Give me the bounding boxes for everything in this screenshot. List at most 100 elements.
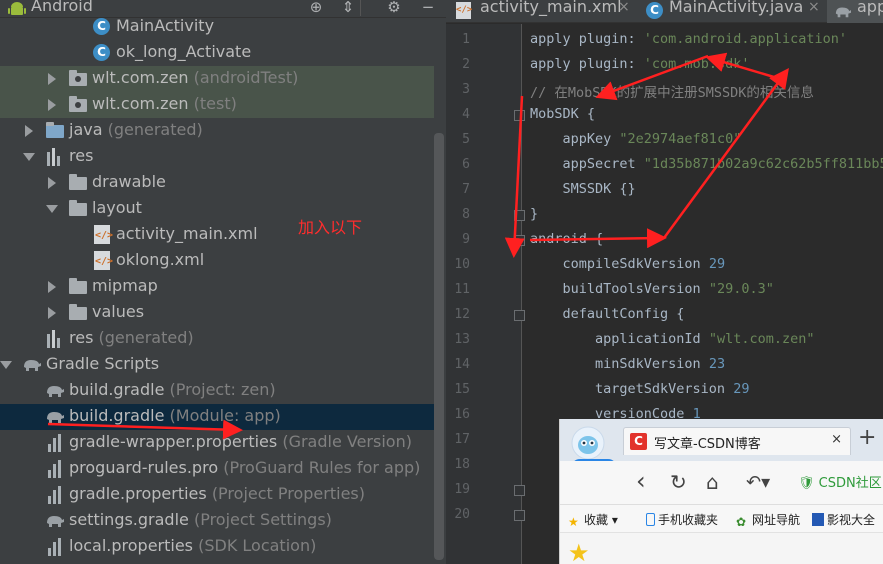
gradle-elephant-icon xyxy=(22,355,42,375)
tree-item-mipmap[interactable]: mipmap xyxy=(0,274,434,300)
bookmark-nav[interactable]: ✿ 网址导航 xyxy=(736,511,800,529)
expand-arrow-icon[interactable] xyxy=(48,281,56,293)
bookmark-video[interactable]: 影视大全 xyxy=(812,511,875,528)
tree-item-gradle-wrapper[interactable]: gradle-wrapper.properties (Gradle Versio… xyxy=(0,430,434,456)
tree-item-label: wlt.com.zen xyxy=(92,94,189,113)
tree-item-proguard-rules[interactable]: proguard-rules.pro (ProGuard Rules for a… xyxy=(0,456,434,482)
csdn-community-link[interactable]: 🛡 CSDN社区 xyxy=(798,472,882,491)
res-folder-icon xyxy=(45,329,65,349)
star-icon[interactable]: ★ xyxy=(568,539,590,564)
reload-icon[interactable]: ↻ xyxy=(670,470,687,494)
tree-item-label: build.gradle xyxy=(69,406,165,425)
code-line: } xyxy=(530,206,538,231)
tree-item-suffix: (Project Properties) xyxy=(211,484,365,503)
tree-item-layout[interactable]: layout xyxy=(0,196,434,222)
csdn-logo-icon: C xyxy=(630,433,647,450)
tree-item-label: mipmap xyxy=(92,276,158,295)
fold-marker-icon[interactable] xyxy=(514,310,525,321)
code-token: buildToolsVersion xyxy=(530,281,709,297)
tree-item-label: Gradle Scripts xyxy=(46,354,160,373)
undo-icon[interactable]: ↶▾ xyxy=(746,472,770,493)
code-token: minSdkVersion xyxy=(530,356,709,372)
back-arrow-icon[interactable]: ‹ xyxy=(636,467,646,495)
fold-marker-icon[interactable] xyxy=(514,485,525,496)
line-number: 6 xyxy=(462,157,470,172)
line-number: 12 xyxy=(454,307,470,322)
line-number: 2 xyxy=(462,57,470,72)
tree-item-gradle-scripts[interactable]: Gradle Scripts xyxy=(0,352,434,378)
expand-arrow-icon[interactable] xyxy=(48,99,56,111)
tree-item-mainactivity[interactable]: C MainActivity xyxy=(0,14,434,40)
code-token: "2e2974aef81c0" xyxy=(619,131,742,147)
line-number: 16 xyxy=(454,407,470,422)
code-token: "1d35b871b02a9c62c62b5ff811bb5 xyxy=(643,156,883,172)
new-tab-button[interactable]: + xyxy=(858,425,876,450)
tree-item-android-test[interactable]: wlt.com.zen (androidTest) xyxy=(0,66,434,92)
bookmark-mobile[interactable]: 手机收藏夹 xyxy=(646,511,718,528)
code-token: compileSdkVersion xyxy=(530,256,709,272)
browser-nav-bar: ‹ ↻ ⌂ ↶▾ 🛡 CSDN社区 xyxy=(560,461,883,505)
tree-item-test[interactable]: wlt.com.zen (test) xyxy=(0,92,434,118)
favorites-button[interactable]: ★ 收藏 ▾ xyxy=(568,511,618,529)
tab-activity-main-xml[interactable]: </> activity_main.xml × xyxy=(446,0,635,23)
code-token: "wlt.com.zen" xyxy=(708,331,815,347)
tree-item-drawable[interactable]: drawable xyxy=(0,170,434,196)
tab-app-build-gradle[interactable]: app xyxy=(827,0,883,23)
tree-item-build-gradle-module[interactable]: build.gradle (Module: app) xyxy=(0,404,434,430)
tree-item-res-generated[interactable]: res (generated) xyxy=(0,326,434,352)
tree-item-settings-gradle[interactable]: settings.gradle (Project Settings) xyxy=(0,508,434,534)
home-icon[interactable]: ⌂ xyxy=(706,470,719,494)
gradle-elephant-icon xyxy=(835,7,851,18)
code-token: } xyxy=(530,206,539,222)
line-number: 1 xyxy=(462,32,470,47)
phone-icon xyxy=(646,513,655,526)
line-number: 9 xyxy=(462,232,470,247)
collapse-arrow-icon[interactable] xyxy=(46,205,58,213)
tree-item-gradle-properties[interactable]: gradle.properties (Project Properties) xyxy=(0,482,434,508)
code-token: defaultConfig { xyxy=(530,306,685,322)
code-line: android { xyxy=(530,231,603,256)
expand-arrow-icon[interactable] xyxy=(48,307,56,319)
csdn-community-label: CSDN社区 xyxy=(818,476,882,491)
folder-icon xyxy=(68,303,88,323)
favorites-label: 收藏 xyxy=(584,513,609,527)
line-number: 5 xyxy=(462,132,470,147)
code-token: android { xyxy=(530,231,604,247)
tree-item-label: res xyxy=(69,146,94,165)
tree-item-values[interactable]: values xyxy=(0,300,434,326)
expand-arrow-icon[interactable] xyxy=(48,177,56,189)
tree-item-res[interactable]: res xyxy=(0,144,434,170)
tree-item-local-properties[interactable]: local.properties (SDK Location) xyxy=(0,534,434,560)
tree-item-activity-main-xml[interactable]: </> activity_main.xml xyxy=(0,222,434,248)
code-token: // 在MobSDK的扩展中注册SMSSDK的相关信息 xyxy=(530,85,814,101)
expand-arrow-icon[interactable] xyxy=(48,73,56,85)
expand-arrow-icon[interactable] xyxy=(25,125,33,137)
code-token: appKey xyxy=(530,131,620,147)
tree-item-label: oklong.xml xyxy=(116,250,205,269)
project-scrollbar[interactable] xyxy=(434,133,444,560)
tree-item-java-generated[interactable]: java (generated) xyxy=(0,118,434,144)
fold-marker-icon[interactable] xyxy=(514,210,525,221)
fold-marker-icon[interactable] xyxy=(514,235,525,246)
code-token: applicationId xyxy=(530,331,709,347)
code-line: MobSDK { xyxy=(530,106,595,131)
collapse-arrow-icon[interactable] xyxy=(23,153,35,161)
collapse-arrow-icon[interactable] xyxy=(0,361,12,369)
tree-item-oklong-xml[interactable]: </> oklong.xml xyxy=(0,248,434,274)
browser-tab[interactable]: C 写文章-CSDN博客 × xyxy=(623,427,851,455)
fold-marker-icon[interactable] xyxy=(514,110,525,121)
tab-mainactivity-java[interactable]: C MainActivity.java × xyxy=(636,0,826,23)
tree-item-build-gradle-project[interactable]: build.gradle (Project: zen) xyxy=(0,378,434,404)
close-icon[interactable]: × xyxy=(618,0,630,15)
fold-marker-icon[interactable] xyxy=(514,510,525,521)
close-icon[interactable]: × xyxy=(808,0,820,15)
project-view-selector[interactable]: Android xyxy=(31,0,93,15)
avatar-icon[interactable] xyxy=(568,425,608,461)
code-token: 29 xyxy=(733,381,750,397)
code-line: targetSdkVersion 29 xyxy=(530,381,749,406)
close-tab-icon[interactable]: × xyxy=(831,432,842,447)
tree-item-label: drawable xyxy=(92,172,166,191)
line-number: 15 xyxy=(454,382,470,397)
tree-item-label: activity_main.xml xyxy=(116,224,258,243)
tree-item-ok-long-activate[interactable]: C ok_long_Activate xyxy=(0,40,434,66)
